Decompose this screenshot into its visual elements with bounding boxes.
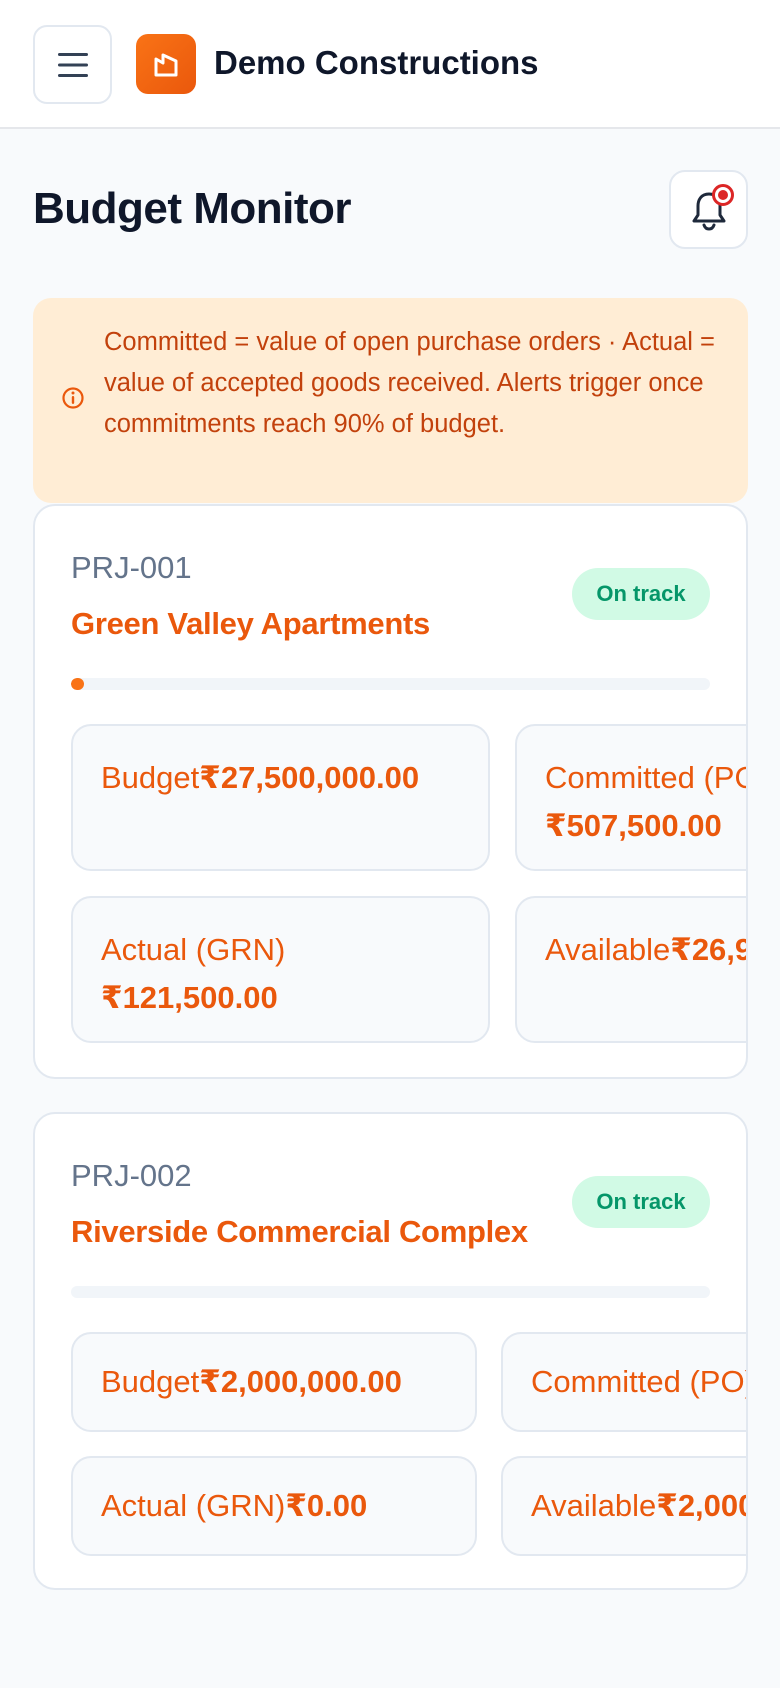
stat-value: ₹0.00 — [285, 1488, 368, 1523]
menu-icon — [57, 52, 88, 77]
stat-label: Actual (GRN) — [101, 932, 286, 967]
project-name[interactable]: Green Valley Apartments — [71, 606, 430, 642]
available-stat: Available₹2,000 — [501, 1456, 748, 1556]
stat-value: ₹507,500.00 — [545, 808, 722, 843]
stat-label: Available — [531, 1488, 657, 1523]
stat-value: ₹2,000 — [656, 1488, 748, 1523]
company-name: Demo Constructions — [214, 44, 539, 81]
stat-label: Committed (PO) — [531, 1364, 748, 1399]
committed-stat: Committed (PO) ₹507,500.00 — [515, 724, 748, 871]
top-bar: Demo Constructions — [0, 0, 780, 129]
project-code: PRJ-002 — [71, 1158, 192, 1193]
project-code: PRJ-001 — [71, 550, 192, 585]
actual-stat: Actual (GRN)₹0.00 — [71, 1456, 477, 1556]
budget-stat: Budget₹2,000,000.00 — [71, 1332, 477, 1432]
stat-value: ₹121,500.00 — [101, 980, 278, 1015]
company-logo — [136, 34, 196, 94]
budget-progress-bar — [71, 1286, 710, 1298]
status-badge: On track — [572, 1176, 710, 1228]
notifications-button[interactable] — [669, 170, 748, 249]
stat-label: Committed (PO) — [545, 760, 748, 795]
page-title: Budget Monitor — [33, 184, 352, 233]
project-card[interactable]: PRJ-002 Riverside Commercial Complex On … — [33, 1112, 748, 1590]
available-stat: Available₹26,99 — [515, 896, 746, 1043]
info-text: Committed = value of open purchase order… — [104, 328, 715, 438]
budget-progress-fill — [71, 678, 84, 690]
status-badge: On track — [572, 568, 710, 620]
actual-stat: Actual (GRN) ₹121,500.00 — [71, 896, 490, 1043]
committed-stat: Committed (PO)₹ — [501, 1332, 748, 1432]
project-card[interactable]: PRJ-001 Green Valley Apartments On track… — [33, 504, 748, 1079]
menu-button[interactable] — [33, 25, 112, 104]
budget-progress-bar — [71, 678, 710, 690]
stat-value: ₹2,000,000.00 — [199, 1364, 402, 1399]
stat-value: ₹26,99 — [670, 932, 746, 967]
stat-label: Available — [545, 932, 671, 967]
project-name[interactable]: Riverside Commercial Complex — [71, 1214, 528, 1250]
notification-indicator — [712, 184, 734, 206]
stat-label: Budget — [101, 1364, 200, 1399]
stat-label: Budget — [101, 760, 200, 795]
building-logo-icon — [154, 53, 178, 77]
budget-stat: Budget₹27,500,000.00 — [71, 724, 490, 871]
stat-label: Actual (GRN) — [101, 1488, 286, 1523]
info-banner: Committed = value of open purchase order… — [33, 298, 748, 503]
stat-value: ₹27,500,000.00 — [199, 760, 420, 795]
info-icon — [62, 387, 84, 409]
